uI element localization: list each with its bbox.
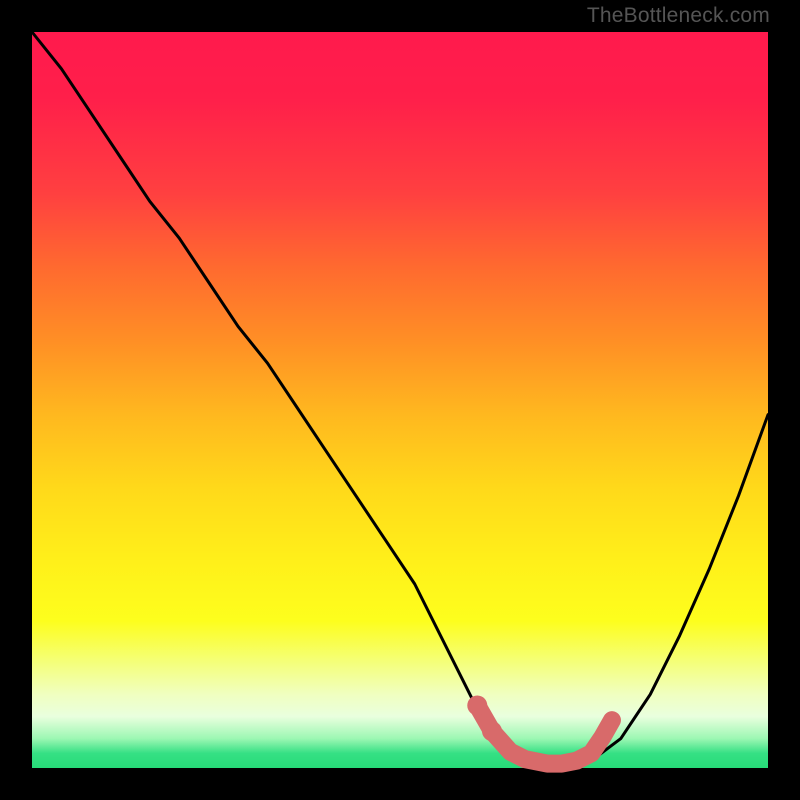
highlight-dot: [482, 721, 502, 741]
highlight-dot: [467, 695, 487, 715]
chart-svg: [32, 32, 768, 768]
plot-area: [32, 32, 768, 768]
chart-stage: TheBottleneck.com: [0, 0, 800, 800]
bottleneck-curve: [32, 32, 768, 764]
watermark-text: TheBottleneck.com: [587, 4, 770, 28]
